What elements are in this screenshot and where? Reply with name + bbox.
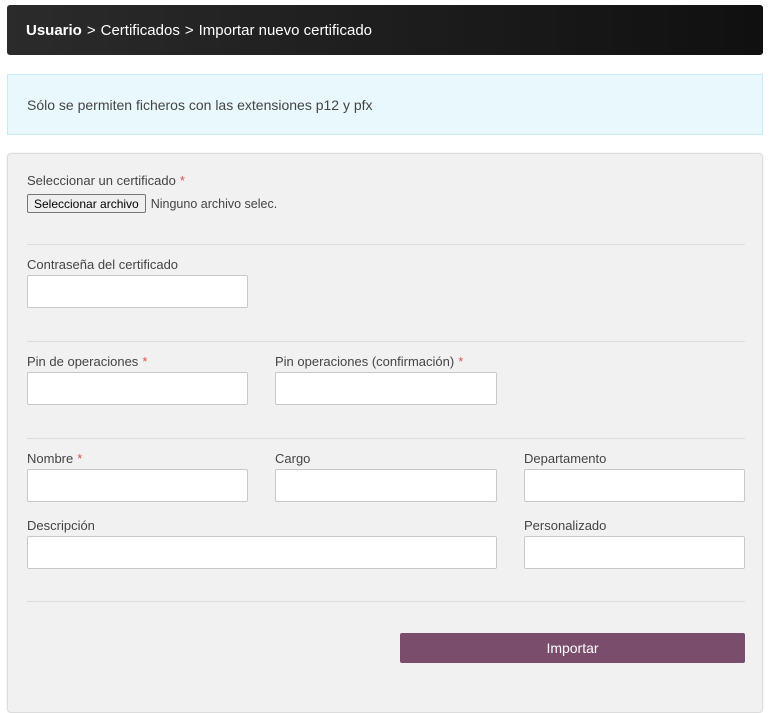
breadcrumb-separator: > (86, 21, 96, 39)
description-input[interactable] (27, 536, 497, 569)
description-label: Descripción (27, 518, 95, 533)
import-button[interactable]: Importar (400, 633, 745, 663)
certificate-password-input[interactable] (27, 275, 248, 308)
position-label: Cargo (275, 451, 311, 466)
password-label: Contraseña del certificado (27, 257, 179, 272)
required-marker: * (77, 451, 83, 466)
breadcrumb-separator: > (184, 21, 194, 39)
required-marker: * (179, 173, 185, 188)
pin-input[interactable] (27, 372, 248, 405)
position-input[interactable] (275, 469, 497, 502)
file-picker: Seleccionar archivo Ninguno archivo sele… (27, 194, 277, 213)
divider (27, 341, 745, 342)
breadcrumb: Usuario > Certificados > Importar nuevo … (7, 5, 763, 55)
pin-confirm-label-text: Pin operaciones (confirmación) (275, 354, 455, 369)
certificate-label: Seleccionar un certificado * (27, 173, 185, 188)
department-input[interactable] (524, 469, 745, 502)
custom-label: Personalizado (524, 518, 607, 533)
required-marker: * (142, 354, 148, 369)
import-certificate-form: Seleccionar un certificado * Seleccionar … (7, 153, 763, 713)
select-file-button[interactable]: Seleccionar archivo (27, 194, 146, 213)
custom-input[interactable] (524, 536, 745, 569)
breadcrumb-root[interactable]: Usuario (26, 22, 82, 39)
breadcrumb-certificados[interactable]: Certificados (101, 22, 180, 39)
pin-confirm-label: Pin operaciones (confirmación) * (275, 354, 463, 369)
pin-label-text: Pin de operaciones (27, 354, 139, 369)
info-alert: Sólo se permiten ficheros con las extens… (7, 74, 763, 135)
name-label-text: Nombre (27, 451, 74, 466)
pin-confirm-input[interactable] (275, 372, 497, 405)
divider (27, 244, 745, 245)
breadcrumb-current: Importar nuevo certificado (198, 21, 373, 39)
divider (27, 438, 745, 439)
name-input[interactable] (27, 469, 248, 502)
certificate-label-text: Seleccionar un certificado (27, 173, 176, 188)
info-message: Sólo se permiten ficheros con las extens… (27, 96, 373, 113)
file-status: Ninguno archivo selec. (150, 196, 278, 211)
department-label: Departamento (524, 451, 607, 466)
required-marker: * (458, 354, 464, 369)
divider (27, 601, 745, 602)
pin-label: Pin de operaciones * (27, 354, 147, 369)
name-label: Nombre * (27, 451, 82, 466)
